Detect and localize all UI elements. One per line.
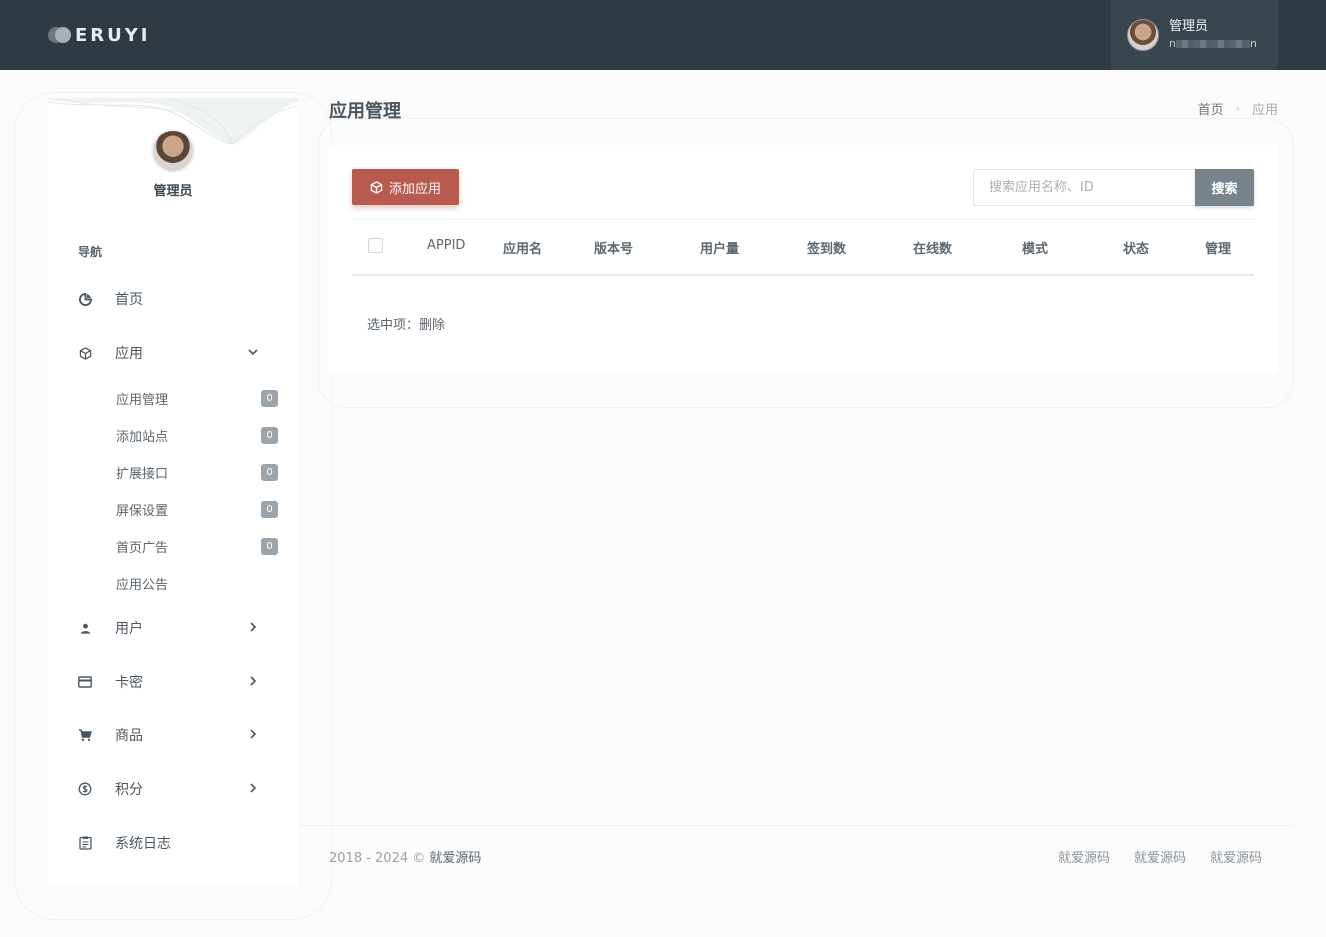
user-menu[interactable]: 管理员 nn — [1111, 0, 1278, 70]
sidebar-item-label: 商品 — [115, 728, 143, 744]
sidebar-subitem-label: 屏保设置 — [116, 503, 169, 519]
cube-icon — [370, 180, 383, 194]
sidebar: 管理员 导航 首页 应用 应用管理 0 添加站点 0 扩展接口 0 屏保设置 0… — [48, 98, 298, 886]
avatar — [1127, 19, 1159, 51]
divider — [352, 219, 1254, 220]
bulk-label: 选中项： — [367, 318, 420, 333]
select-all-checkbox[interactable] — [368, 238, 383, 253]
logo-icon — [48, 26, 72, 44]
column-header-online-count[interactable]: 在线数 — [913, 238, 952, 257]
footer-link[interactable]: 就爱源码 — [1134, 847, 1186, 866]
sidebar-item-label: 用户 — [115, 621, 143, 637]
breadcrumb-current: 应用 — [1251, 103, 1278, 118]
count-badge: 0 — [261, 464, 278, 481]
column-header-app-name[interactable]: 应用名 — [503, 238, 542, 257]
column-header-mode[interactable]: 模式 — [1022, 238, 1048, 257]
brand-logo[interactable]: ERUYI — [48, 22, 151, 48]
log-icon — [78, 836, 92, 850]
add-app-button[interactable]: 添加应用 — [352, 169, 459, 205]
footer-links: 就爱源码 就爱源码 就爱源码 — [1058, 847, 1262, 866]
page-title: 应用管理 — [329, 101, 401, 122]
brand-text: ERUYI — [75, 24, 151, 46]
sidebar-item-system-log[interactable]: 系统日志 — [78, 828, 278, 858]
card-icon — [78, 675, 92, 689]
count-badge: 0 — [261, 538, 278, 555]
cart-icon — [78, 728, 92, 742]
chevron-right-icon — [250, 622, 257, 632]
chevron-right-icon — [250, 783, 257, 793]
column-header-appid[interactable]: APPID — [427, 238, 465, 253]
chevron-right-icon — [250, 729, 257, 739]
column-header-manage[interactable]: 管理 — [1205, 238, 1231, 257]
sidebar-subitem-screensaver[interactable]: 屏保设置 0 — [116, 497, 278, 521]
sidebar-role: 管理员 — [153, 184, 193, 199]
breadcrumb: 首页 › 应用 — [1198, 99, 1278, 118]
bulk-actions: 选中项：删除 — [367, 314, 445, 333]
footer-divider — [298, 825, 1294, 826]
app-list-card: 添加应用 搜索 APPID 应用名 版本号 用户量 签到数 在线数 模式 状态 … — [328, 145, 1278, 373]
column-header-user-count[interactable]: 用户量 — [700, 238, 739, 257]
sidebar-subitem-app-notice[interactable]: 应用公告 — [116, 571, 278, 595]
footer-brand-link[interactable]: 就爱源码 — [429, 851, 481, 866]
coin-icon — [78, 782, 92, 796]
search-input[interactable] — [973, 169, 1195, 206]
table-header-divider — [352, 274, 1254, 276]
column-header-status[interactable]: 状态 — [1123, 238, 1149, 257]
sidebar-item-points[interactable]: 积分 — [78, 774, 278, 804]
column-header-signin-count[interactable]: 签到数 — [807, 238, 846, 257]
breadcrumb-separator-icon: › — [1235, 102, 1240, 115]
footer-link[interactable]: 就爱源码 — [1058, 847, 1110, 866]
breadcrumb-home[interactable]: 首页 — [1198, 99, 1224, 118]
sidebar-subitem-home-ads[interactable]: 首页广告 0 — [116, 534, 278, 558]
sidebar-subitem-label: 添加站点 — [116, 429, 169, 445]
sidebar-subitem-ext-api[interactable]: 扩展接口 0 — [116, 460, 278, 484]
redacted-block — [1175, 39, 1250, 48]
sidebar-subitem-add-site[interactable]: 添加站点 0 — [116, 423, 278, 447]
count-badge: 0 — [261, 427, 278, 444]
sidebar-subitem-label: 应用管理 — [116, 392, 169, 408]
sidebar-item-label: 首页 — [115, 292, 143, 308]
user-account: nn — [1169, 36, 1257, 50]
sidebar-item-label: 卡密 — [115, 675, 143, 691]
count-badge: 0 — [261, 390, 278, 407]
dashboard-icon — [78, 292, 92, 306]
footer-link[interactable]: 就爱源码 — [1210, 847, 1262, 866]
user-icon — [78, 621, 92, 635]
user-name: 管理员 — [1169, 18, 1209, 34]
sidebar-avatar[interactable] — [151, 129, 195, 173]
sidebar-item-products[interactable]: 商品 — [78, 720, 278, 750]
sidebar-subitem-label: 应用公告 — [116, 577, 169, 593]
add-app-label: 添加应用 — [388, 181, 441, 197]
sidebar-item-label: 积分 — [115, 782, 143, 798]
footer-copyright: 2018 - 2024 © 就爱源码 — [329, 847, 481, 866]
sidebar-item-label: 应用 — [115, 346, 143, 362]
search-button[interactable]: 搜索 — [1195, 169, 1254, 206]
sidebar-item-apps[interactable]: 应用 — [78, 338, 278, 368]
sidebar-item-label: 系统日志 — [115, 836, 171, 852]
chevron-right-icon — [250, 676, 257, 686]
sidebar-subitem-label: 首页广告 — [116, 540, 169, 556]
cube-icon — [78, 346, 92, 360]
nav-title: 导航 — [78, 245, 103, 259]
chevron-down-icon — [248, 349, 258, 356]
column-header-version[interactable]: 版本号 — [594, 238, 633, 257]
sidebar-item-cards[interactable]: 卡密 — [78, 667, 278, 697]
bulk-delete-link[interactable]: 删除 — [419, 318, 445, 333]
sidebar-item-home[interactable]: 首页 — [78, 284, 278, 314]
top-bar: ERUYI 管理员 nn — [0, 0, 1326, 70]
sidebar-subitem-app-manage[interactable]: 应用管理 0 — [116, 386, 278, 410]
sidebar-subitem-label: 扩展接口 — [116, 466, 169, 482]
sidebar-item-users[interactable]: 用户 — [78, 613, 278, 643]
count-badge: 0 — [261, 501, 278, 518]
copyright-text: 2018 - 2024 © — [329, 851, 426, 866]
